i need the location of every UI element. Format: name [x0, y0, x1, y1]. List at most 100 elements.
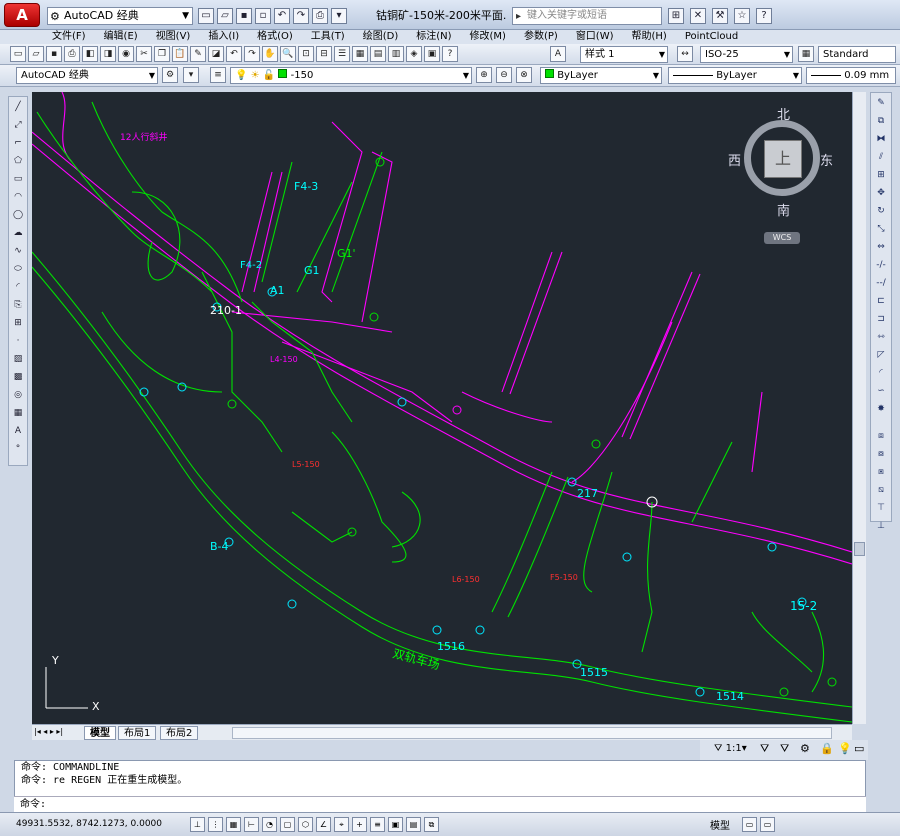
- spline-icon[interactable]: ∿: [10, 243, 26, 259]
- application-menu-button[interactable]: A: [4, 3, 40, 27]
- undo-icon[interactable]: ↶: [226, 46, 242, 62]
- coordinate-readout[interactable]: 49931.5532, 8742.1273, 0.0000: [16, 819, 162, 829]
- menu-item[interactable]: 参数(P): [524, 30, 558, 44]
- horizontal-scrollbar[interactable]: [232, 727, 832, 739]
- command-input[interactable]: 命令:: [14, 796, 866, 812]
- wcs-menu[interactable]: WCS: [764, 232, 800, 244]
- dim-style-icon[interactable]: ↔: [677, 46, 693, 62]
- exchange-icon[interactable]: ⚒: [712, 8, 728, 24]
- menu-item[interactable]: 帮助(H): [632, 30, 667, 44]
- offset-icon[interactable]: ⫽: [873, 149, 889, 165]
- copy-object-icon[interactable]: ⧉: [873, 113, 889, 129]
- help-icon[interactable]: ?: [756, 8, 772, 24]
- text-front-icon[interactable]: ⊤: [873, 500, 889, 516]
- menu-item[interactable]: 窗口(W): [576, 30, 614, 44]
- workspace-switcher[interactable]: ⚙ AutoCAD 经典 ▼: [47, 7, 193, 25]
- pan-icon[interactable]: ✋: [262, 46, 278, 62]
- layer-state-icon[interactable]: ⊗: [516, 67, 532, 83]
- blend-icon[interactable]: ∽: [873, 383, 889, 399]
- layer-properties-icon[interactable]: ≡: [210, 67, 226, 83]
- menu-item[interactable]: 修改(M): [470, 30, 506, 44]
- linetype-select[interactable]: ByLayer ▼: [668, 67, 802, 84]
- workspace-settings-icon[interactable]: ▾: [183, 67, 199, 83]
- 3d-object-snap-toggle[interactable]: ⬡: [298, 817, 313, 832]
- polygon-icon[interactable]: ⬠: [10, 153, 26, 169]
- tab-navigation[interactable]: |◂ ◂ ▸ ▸|: [34, 727, 63, 736]
- zoom-previous-icon[interactable]: ⊟: [316, 46, 332, 62]
- text-style-select[interactable]: 样式 1 ▼: [580, 46, 668, 63]
- infer-constraints-toggle[interactable]: ⊥: [190, 817, 205, 832]
- trim-icon[interactable]: -/-: [873, 257, 889, 273]
- annotation-visibility-icon[interactable]: ⛛: [760, 742, 769, 756]
- gradient-icon[interactable]: ▩: [10, 369, 26, 385]
- break-at-point-icon[interactable]: ⊏: [873, 293, 889, 309]
- text-style-icon[interactable]: A: [550, 46, 566, 62]
- tab-layout2[interactable]: 布局2: [160, 726, 199, 740]
- calculator-icon[interactable]: ▣: [424, 46, 440, 62]
- fullscreen-icon[interactable]: ▭: [854, 742, 864, 755]
- scroll-thumb[interactable]: [854, 542, 865, 556]
- tool-palettes-icon[interactable]: ▤: [370, 46, 386, 62]
- isolate-objects-icon[interactable]: 💡: [838, 742, 852, 755]
- break-icon[interactable]: ⊐: [873, 311, 889, 327]
- lineweight-select[interactable]: 0.09 mm: [806, 67, 896, 84]
- region-icon[interactable]: ◎: [10, 387, 26, 403]
- cut-icon[interactable]: ✂: [136, 46, 152, 62]
- menu-item[interactable]: PointCloud: [685, 30, 738, 44]
- ellipse-arc-icon[interactable]: ◜: [10, 279, 26, 295]
- viewcube-east[interactable]: 东: [820, 150, 833, 169]
- sheet-set-icon[interactable]: ▥: [388, 46, 404, 62]
- stretch-icon[interactable]: ⇔: [873, 239, 889, 255]
- design-center-icon[interactable]: ▦: [352, 46, 368, 62]
- chamfer-icon[interactable]: ◸: [873, 347, 889, 363]
- properties-icon[interactable]: ☰: [334, 46, 350, 62]
- rectangle-icon[interactable]: ▭: [10, 171, 26, 187]
- menu-item[interactable]: 格式(O): [257, 30, 293, 44]
- star-icon[interactable]: ☆: [734, 8, 750, 24]
- make-current-icon[interactable]: ⊕: [476, 67, 492, 83]
- insert-block-icon[interactable]: ⎘: [10, 297, 26, 313]
- dynamic-input-toggle[interactable]: +: [352, 817, 367, 832]
- paste-icon[interactable]: 📋: [172, 46, 188, 62]
- save-icon[interactable]: ▪: [46, 46, 62, 62]
- selection-cycling-toggle[interactable]: ⧉: [424, 817, 439, 832]
- grid-display-toggle[interactable]: ▦: [226, 817, 241, 832]
- annotation-scale[interactable]: ⛛ 1:1▾: [714, 743, 747, 754]
- viewcube-north[interactable]: 北: [777, 104, 790, 123]
- move-icon[interactable]: ✥: [873, 185, 889, 201]
- polyline-icon[interactable]: ⌐: [10, 135, 26, 151]
- rotate-icon[interactable]: ↻: [873, 203, 889, 219]
- arc-icon[interactable]: ◠: [10, 189, 26, 205]
- new-icon[interactable]: ▭: [10, 46, 26, 62]
- dim-style-select[interactable]: ISO-25 ▼: [700, 46, 793, 63]
- viewcube-west[interactable]: 西: [728, 150, 741, 169]
- fillet-icon[interactable]: ◜: [873, 365, 889, 381]
- toolbar-lock-icon[interactable]: 🔒: [820, 742, 834, 755]
- construction-line-icon[interactable]: ⤢: [10, 117, 26, 133]
- help-icon[interactable]: ?: [442, 46, 458, 62]
- dynamic-ucs-toggle[interactable]: ⌖: [334, 817, 349, 832]
- table-style-icon[interactable]: ▦: [798, 46, 814, 62]
- object-snap-tracking-toggle[interactable]: ∠: [316, 817, 331, 832]
- markup-icon[interactable]: ◈: [406, 46, 422, 62]
- draworder-front-icon[interactable]: ⧇: [873, 446, 889, 462]
- dropdown-icon[interactable]: ▾: [331, 8, 347, 24]
- viewcube[interactable]: 上 北 南 东 西 WCS: [728, 102, 833, 244]
- polar-tracking-toggle[interactable]: ◔: [262, 817, 277, 832]
- gear-icon[interactable]: ⚙: [162, 67, 178, 83]
- workspace-select[interactable]: AutoCAD 经典 ▼: [16, 67, 158, 84]
- draworder-above-icon[interactable]: ⧅: [873, 482, 889, 498]
- transparency-toggle[interactable]: ▣: [388, 817, 403, 832]
- viewcube-top-face[interactable]: 上: [764, 140, 802, 178]
- copy-icon[interactable]: ❐: [154, 46, 170, 62]
- menu-item[interactable]: 标注(N): [416, 30, 451, 44]
- tab-model[interactable]: 模型: [84, 726, 116, 740]
- menu-item[interactable]: 文件(F): [52, 30, 86, 44]
- menu-item[interactable]: 工具(T): [311, 30, 345, 44]
- explode-icon[interactable]: ✸: [873, 401, 889, 417]
- auto-scale-icon[interactable]: ⛛: [780, 742, 789, 756]
- redo-icon[interactable]: ↷: [293, 8, 309, 24]
- hatch-icon[interactable]: ▨: [10, 351, 26, 367]
- add-selected-icon[interactable]: °: [10, 441, 26, 457]
- zoom-realtime-icon[interactable]: 🔍: [280, 46, 296, 62]
